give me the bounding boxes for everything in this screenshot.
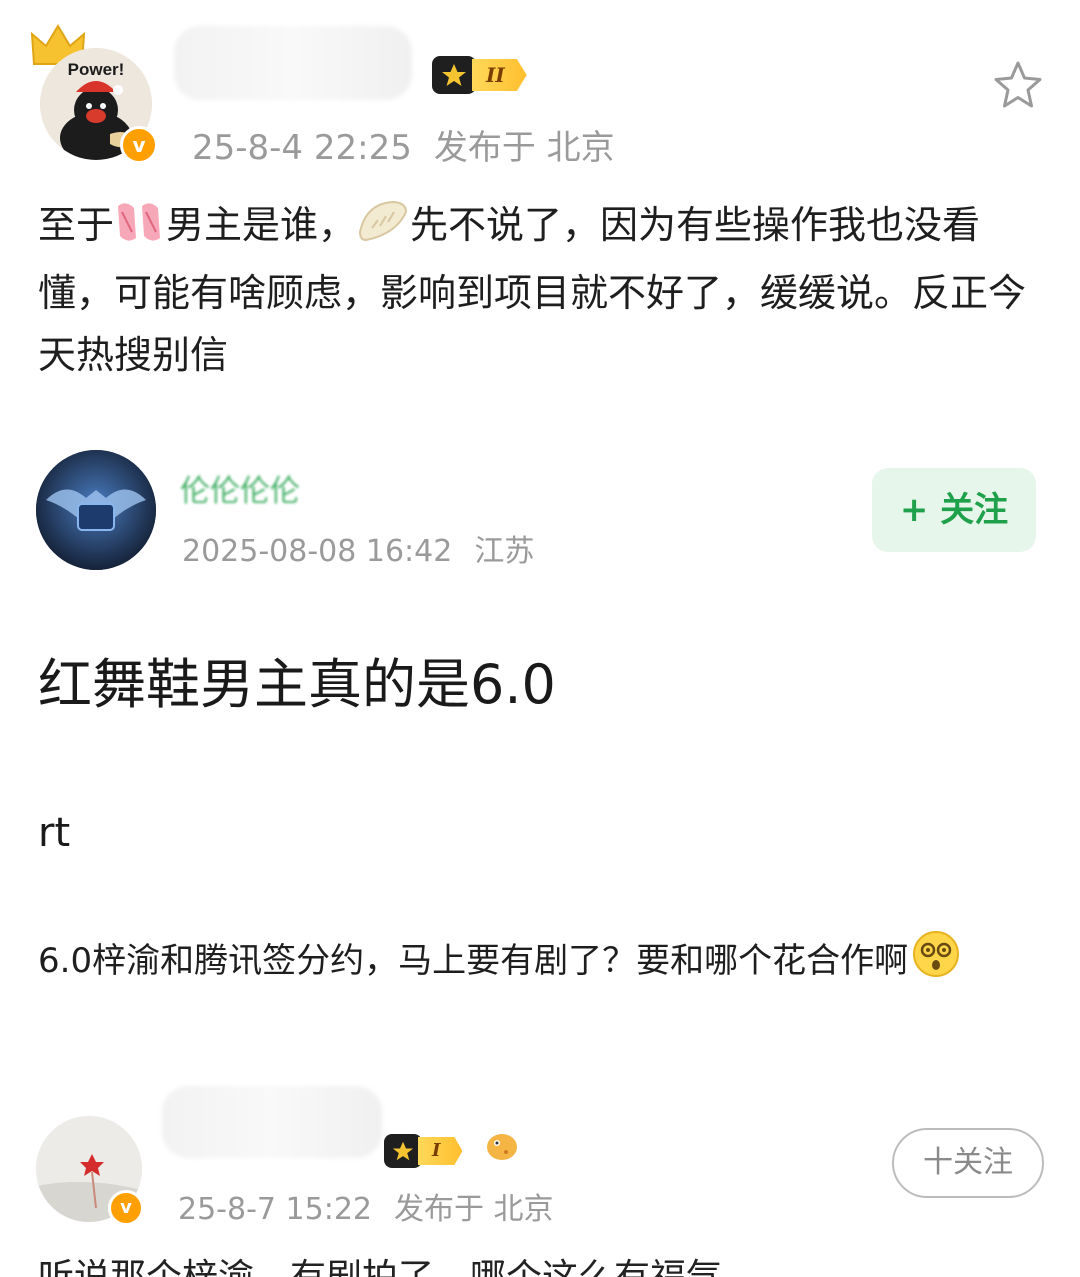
avatar-caption: Power! <box>68 60 125 79</box>
content-part-2: 男主是谁， <box>166 203 357 247</box>
post-card-2: 伦伦伦伦 2025-08-08 16:42 江苏 + 关注 红舞鞋男主真的是6.0… <box>0 420 1080 1060</box>
post-meta: 25-8-7 15:22 发布于 北京 <box>178 1184 554 1228</box>
rank-badge: I <box>384 1132 463 1170</box>
rank-level: II <box>472 59 527 91</box>
description-text: 6.0梓渝和腾讯签分约，马上要有剧了？要和哪个花合作啊 <box>38 941 909 981</box>
post-content: 至于 男主是谁， 先不说了，因为有些操作我也没看懂，可能有啥顾虑，影响到项目就不好了… <box>38 194 1048 386</box>
post-description: 6.0梓渝和腾讯签分约，马上要有剧了？要和哪个花合作啊 <box>38 930 1048 998</box>
post-date: 25-8-4 22:25 <box>192 128 412 168</box>
post-meta: 2025-08-08 16:42 江苏 <box>182 526 534 570</box>
avatar[interactable] <box>36 450 156 570</box>
rank-badge: II <box>432 56 527 94</box>
post-title: 红舞鞋男主真的是6.0 <box>38 653 556 716</box>
post-meta: 25-8-4 22:25 发布于 北京 <box>192 120 615 169</box>
post-date: 25-8-7 15:22 <box>178 1192 372 1227</box>
post-location: 发布于 北京 <box>433 128 615 168</box>
ballet-shoes-emoji-icon <box>114 198 166 262</box>
favorite-star-icon[interactable] <box>992 60 1044 110</box>
medal-icon <box>384 1134 422 1168</box>
content-part-1: 至于 <box>38 203 115 247</box>
dumpling-emoji-icon <box>356 198 410 262</box>
username-blurred[interactable] <box>162 1086 382 1158</box>
post-location: 发布于 北京 <box>394 1192 554 1227</box>
medal-icon <box>432 56 476 94</box>
post-card-1: Power! v II 25-8-4 22:25 发布于 北京 至于 男主是谁， 先不… <box>0 0 1080 400</box>
username-blurred[interactable]: 伦伦伦伦 <box>180 466 300 510</box>
username-blurred[interactable] <box>174 26 412 100</box>
post-subtitle: rt <box>38 810 71 856</box>
puffer-fish-icon <box>487 1134 517 1160</box>
follow-button[interactable]: 十关注 <box>892 1128 1044 1198</box>
post-date: 2025-08-08 16:42 <box>182 534 453 569</box>
verified-badge: v <box>108 1190 144 1226</box>
post-location: 江苏 <box>474 534 535 569</box>
post-card-3: v I 25-8-7 15:22 发布于 北京 十关注 听说那个梓渝，有剧拍了，哪… <box>0 1080 1080 1277</box>
verified-badge: v <box>120 126 158 164</box>
dizzy-face-emoji-icon <box>912 930 960 998</box>
follow-button[interactable]: + 关注 <box>872 468 1036 552</box>
rank-level: I <box>418 1137 463 1165</box>
post-content: 听说那个梓渝，有剧拍了，哪个这么有福气 <box>38 1248 722 1277</box>
